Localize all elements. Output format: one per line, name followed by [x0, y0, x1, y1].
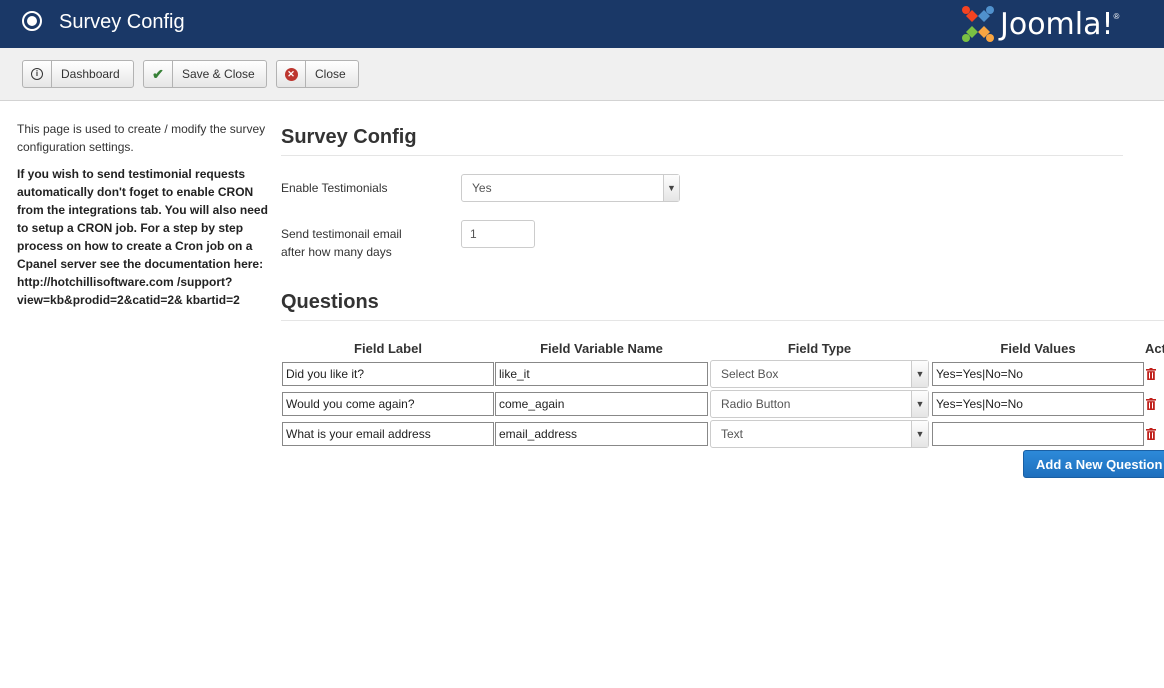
chevron-down-icon: ▼	[911, 421, 928, 447]
survey-icon	[22, 11, 42, 31]
delete-icon[interactable]	[1146, 428, 1156, 440]
question-variable-input[interactable]: like_it	[495, 362, 708, 386]
app-header: Survey Config Joomla! ®	[0, 0, 1164, 48]
help-cron-note: If you wish to send testimonial requests…	[17, 167, 268, 307]
add-question-button[interactable]: Add a New Question	[1023, 450, 1164, 478]
question-values-input[interactable]: Yes=Yes|No=No	[932, 362, 1144, 386]
question-label-input[interactable]: Did you like it?	[282, 362, 494, 386]
joomla-logo-text: Joomla!	[1000, 6, 1114, 42]
column-header-variable-name: Field Variable Name	[540, 341, 663, 356]
column-header-field-type: Field Type	[787, 341, 852, 356]
close-button-label: Close	[315, 67, 346, 81]
question-values-input[interactable]: Yes=Yes|No=No	[932, 392, 1144, 416]
question-type-select[interactable]: Text ▼	[710, 420, 929, 448]
question-type-select[interactable]: Radio Button ▼	[710, 390, 929, 418]
email-days-input[interactable]: 1	[461, 220, 535, 248]
help-sidebar: This page is used to create / modify the…	[17, 120, 279, 309]
section-divider	[281, 320, 1164, 321]
question-label-input[interactable]: Would you come again?	[282, 392, 494, 416]
help-intro: This page is used to create / modify the…	[17, 122, 266, 154]
section-divider	[281, 155, 1123, 156]
column-header-actions: Act	[1145, 341, 1164, 356]
chevron-down-icon: ▼	[663, 175, 679, 201]
toolbar: i Dashboard ✔ Save & Close ✕ Close	[0, 48, 1164, 101]
delete-icon[interactable]	[1146, 368, 1156, 380]
enable-testimonials-select[interactable]: Yes ▼	[461, 174, 680, 202]
enable-testimonials-value: Yes	[472, 181, 492, 195]
registered-mark: ®	[1113, 12, 1120, 21]
close-button[interactable]: ✕ Close	[276, 60, 359, 88]
chevron-down-icon: ▼	[911, 361, 928, 387]
joomla-logo-icon	[962, 6, 994, 42]
column-header-field-values: Field Values	[1000, 341, 1076, 356]
info-icon: i	[31, 68, 43, 80]
chevron-down-icon: ▼	[911, 391, 928, 417]
enable-testimonials-label: Enable Testimonials	[281, 181, 388, 195]
save-close-button-label: Save & Close	[182, 67, 255, 81]
dashboard-button[interactable]: i Dashboard	[22, 60, 134, 88]
dashboard-button-label: Dashboard	[61, 67, 120, 81]
question-variable-input[interactable]: email_address	[495, 422, 708, 446]
question-label-input[interactable]: What is your email address	[282, 422, 494, 446]
question-type-select[interactable]: Select Box ▼	[710, 360, 929, 388]
email-days-label: Send testimonail email after how many da…	[281, 227, 402, 259]
check-icon: ✔	[152, 65, 164, 82]
joomla-logo[interactable]: Joomla! ®	[958, 4, 1119, 44]
cancel-icon: ✕	[284, 67, 298, 81]
delete-icon[interactable]	[1146, 398, 1156, 410]
question-variable-input[interactable]: come_again	[495, 392, 708, 416]
column-header-field-label: Field Label	[354, 341, 422, 356]
save-close-button[interactable]: ✔ Save & Close	[143, 60, 267, 88]
question-values-input[interactable]	[932, 422, 1144, 446]
page-title: Survey Config	[59, 11, 185, 33]
survey-config-heading: Survey Config	[281, 126, 417, 148]
questions-heading: Questions	[281, 291, 379, 313]
